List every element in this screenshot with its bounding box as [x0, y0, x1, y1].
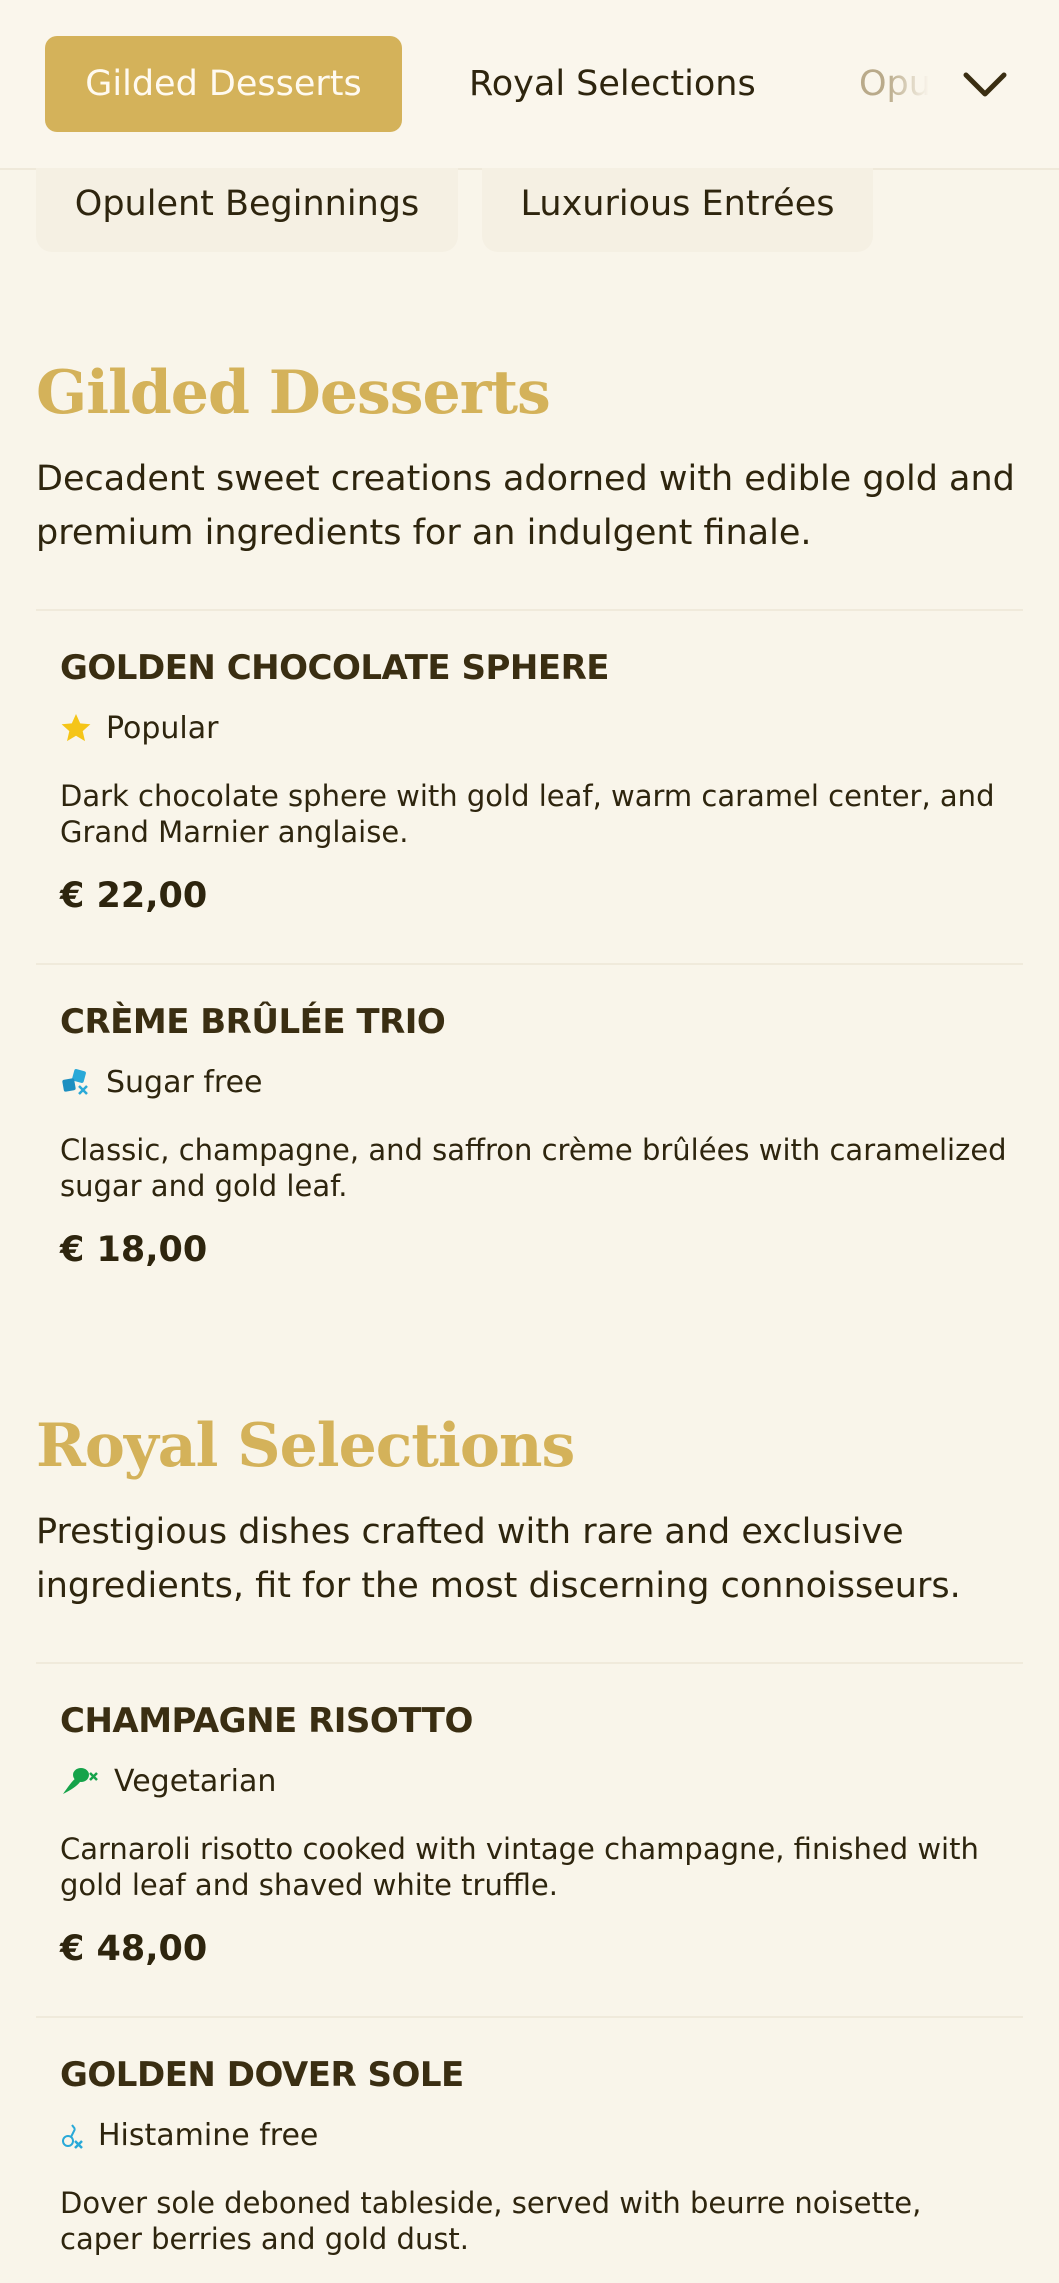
divider — [36, 2016, 1023, 2018]
badge-label: Vegetarian — [114, 1763, 277, 1799]
section-title-gilded-desserts: Gilded Desserts — [36, 358, 551, 428]
menu-item[interactable]: GOLDEN DOVER SOLE Histamine free Dover s… — [60, 2055, 1010, 2283]
section-title-royal-selections: Royal Selections — [36, 1411, 575, 1481]
overflow-tab-opulent-beginnings[interactable]: Opulent Beginnings — [36, 168, 458, 252]
chevron-down-icon[interactable] — [960, 60, 1010, 110]
section-description: Decadent sweet creations adorned with ed… — [36, 459, 1015, 553]
badge-label: Popular — [106, 710, 219, 746]
item-price: € 18,00 — [60, 1230, 208, 1270]
menu-item[interactable]: CHAMPAGNE RISOTTO Vegetarian Carnaroli r… — [60, 1701, 1010, 1969]
item-description: Classic, champagne, and saffron crème br… — [60, 1133, 1007, 1203]
divider — [36, 963, 1023, 965]
tab-gilded-desserts[interactable]: Gilded Desserts — [45, 36, 402, 132]
item-name: CRÈME BRÛLÉE TRIO — [60, 1002, 446, 1042]
badge-label: Sugar free — [106, 1064, 263, 1100]
tab-royal-selections[interactable]: Royal Selections — [469, 36, 756, 132]
item-badge: Vegetarian — [60, 1763, 1010, 1799]
divider — [36, 609, 1023, 611]
divider — [36, 1662, 1023, 1664]
item-badge: Sugar free — [60, 1064, 1010, 1100]
item-name: GOLDEN CHOCOLATE SPHERE — [60, 648, 609, 688]
item-price: € 48,00 — [60, 1929, 208, 1969]
overflow-tab-luxurious-entrees[interactable]: Luxurious Entrées — [482, 168, 873, 252]
item-name: GOLDEN DOVER SOLE — [60, 2055, 464, 2095]
sugar-free-icon — [60, 1066, 92, 1098]
item-description: Dover sole deboned tableside, served wit… — [60, 2186, 922, 2256]
item-price: € 22,00 — [60, 876, 208, 916]
item-description: Dark chocolate sphere with gold leaf, wa… — [60, 779, 995, 849]
category-nav: Gilded Desserts Royal Selections Opulent… — [0, 0, 1059, 170]
item-name: CHAMPAGNE RISOTTO — [60, 1701, 473, 1741]
histamine-free-icon — [60, 2119, 84, 2151]
vegetarian-icon — [60, 1765, 100, 1797]
badge-label: Histamine free — [98, 2117, 319, 2153]
star-icon — [60, 712, 92, 744]
menu-item[interactable]: GOLDEN CHOCOLATE SPHERE Popular Dark cho… — [60, 648, 1010, 916]
tab-opulent-beginnings[interactable]: Opulent Beginnings — [859, 36, 929, 132]
item-badge: Popular — [60, 710, 1010, 746]
menu-item[interactable]: CRÈME BRÛLÉE TRIO Sugar free Classic, ch… — [60, 1002, 1010, 1270]
section-description: Prestigious dishes crafted with rare and… — [36, 1512, 961, 1606]
item-badge: Histamine free — [60, 2117, 1010, 2153]
item-description: Carnaroli risotto cooked with vintage ch… — [60, 1832, 979, 1902]
